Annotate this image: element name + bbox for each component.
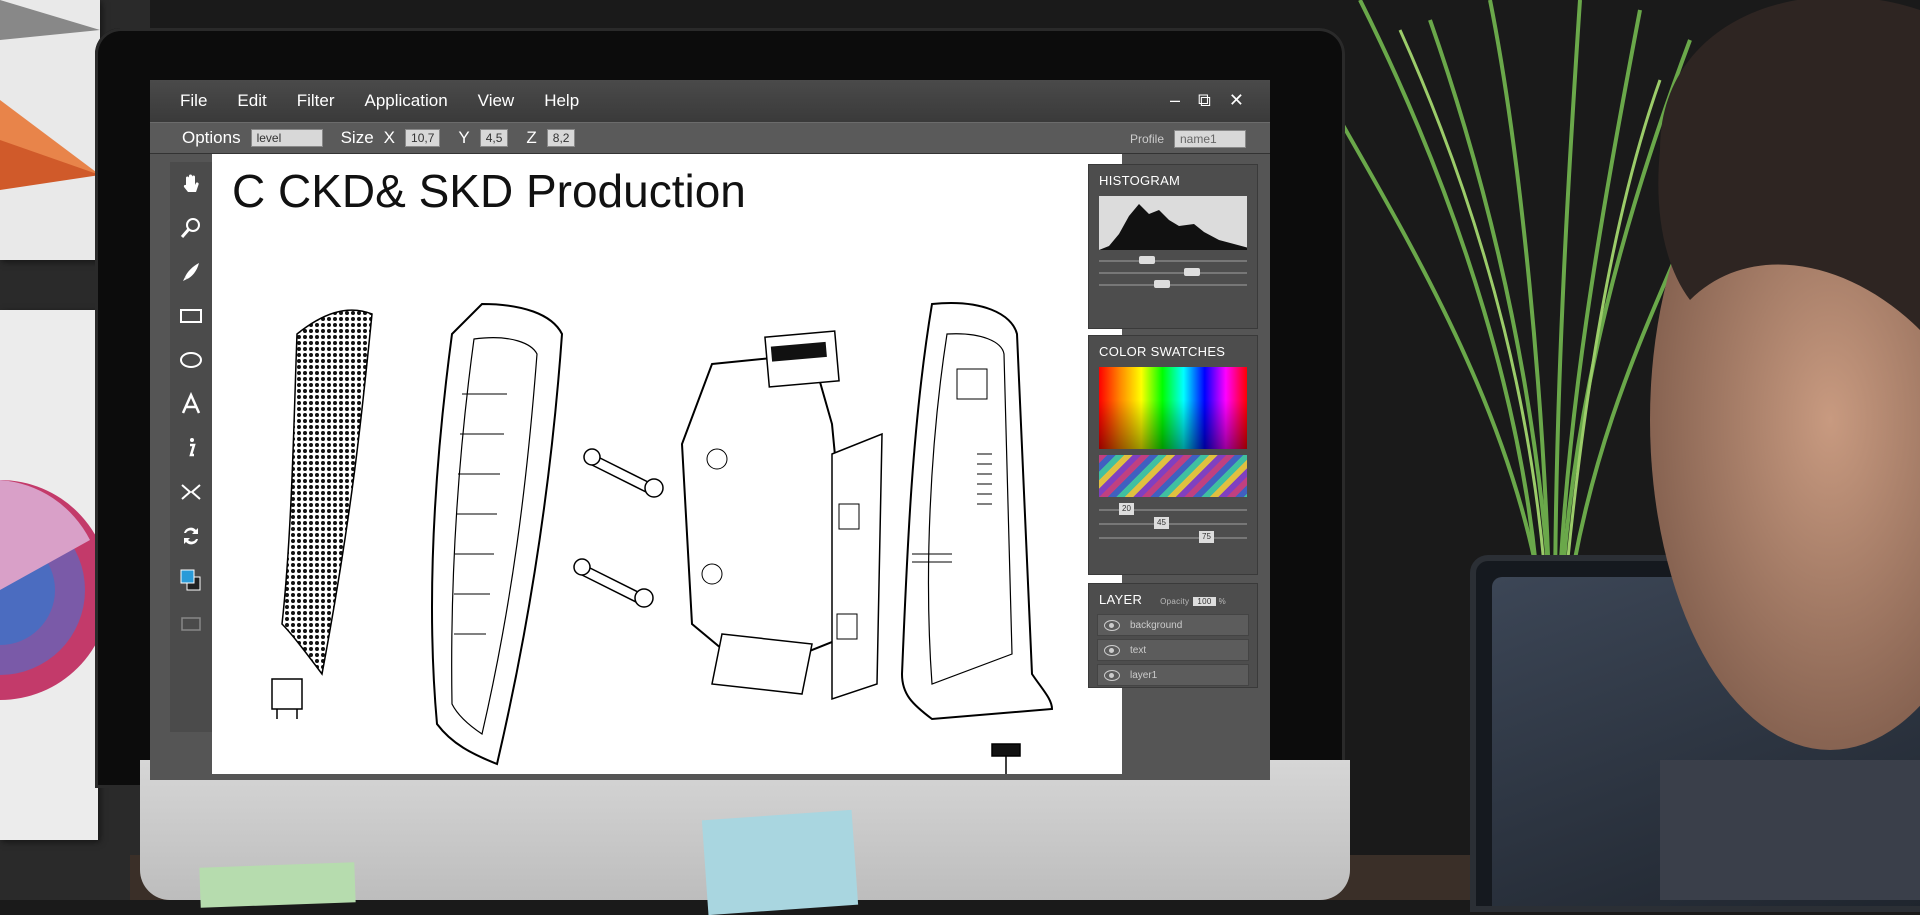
options-field[interactable]: level xyxy=(250,129,323,147)
eye-icon[interactable] xyxy=(1104,619,1120,631)
options-bar: Options level Size X 10,7 Y 4,5 Z 8,2 Pr… xyxy=(150,122,1270,154)
layer-name: layer1 xyxy=(1130,669,1158,681)
layer-row[interactable]: background xyxy=(1097,614,1249,636)
swatch-value[interactable]: 45 xyxy=(1154,517,1169,529)
swatch-slider[interactable]: 45 xyxy=(1099,517,1247,529)
eye-icon[interactable] xyxy=(1104,669,1120,681)
menu-filter[interactable]: Filter xyxy=(297,91,335,111)
options-label: Options xyxy=(182,128,241,147)
slider-knob[interactable] xyxy=(1154,280,1170,288)
layer-row[interactable]: layer1 xyxy=(1097,664,1249,686)
transform-icon[interactable] xyxy=(170,470,212,514)
slider-knob[interactable] xyxy=(1139,256,1155,264)
hand-icon[interactable] xyxy=(170,162,212,206)
y-field[interactable]: 4,5 xyxy=(479,129,509,147)
opacity-label: Opacity 100% xyxy=(1160,597,1226,606)
sticky-note xyxy=(701,809,859,915)
swatch-value[interactable]: 75 xyxy=(1199,531,1214,543)
profile-group: Profile name1 xyxy=(1130,130,1246,148)
x-label: X xyxy=(383,128,396,147)
histogram-slider[interactable] xyxy=(1099,280,1247,288)
layer-title: LAYER xyxy=(1099,592,1143,607)
opacity-unit: % xyxy=(1218,597,1226,606)
ellipse-icon[interactable] xyxy=(170,338,212,382)
opacity-field[interactable]: 100 xyxy=(1193,597,1216,606)
menu-help[interactable]: Help xyxy=(544,91,579,111)
histogram-title: HISTOGRAM xyxy=(1099,173,1181,188)
size-label: Size xyxy=(340,128,374,147)
text-icon[interactable] xyxy=(170,382,212,426)
swatch-value[interactable]: 20 xyxy=(1119,503,1134,515)
layer-title-row: LAYER Opacity 100% xyxy=(1089,584,1257,611)
menu-view[interactable]: View xyxy=(478,91,515,111)
color-swatches-panel: COLOR SWATCHES 20 45 75 xyxy=(1088,335,1258,575)
swatch-slider[interactable]: 75 xyxy=(1099,531,1247,543)
layer-row[interactable]: text xyxy=(1097,639,1249,661)
y-label: Y xyxy=(458,128,470,147)
exploded-view-drawing xyxy=(271,302,1054,774)
histogram-slider[interactable] xyxy=(1099,256,1247,264)
layer-name: background xyxy=(1130,619,1183,631)
color-swatches-title: COLOR SWATCHES xyxy=(1099,344,1226,359)
swatch-slider[interactable]: 20 xyxy=(1099,503,1247,515)
eye-icon[interactable] xyxy=(1104,644,1120,656)
histogram-graph xyxy=(1099,196,1247,250)
color-spectrum[interactable] xyxy=(1099,367,1247,449)
z-label: Z xyxy=(526,128,537,147)
info-icon[interactable] xyxy=(170,426,212,470)
profile-label: Profile xyxy=(1129,132,1164,146)
profile-field[interactable]: name1 xyxy=(1174,130,1246,148)
menu-bar: File Edit Filter Application View Help –… xyxy=(150,80,1270,122)
x-field[interactable]: 10,7 xyxy=(405,129,441,147)
swatch-grid[interactable] xyxy=(1099,455,1247,497)
drawing-canvas[interactable]: C CKD& SKD Production xyxy=(212,154,1122,774)
opacity-text: Opacity xyxy=(1160,597,1190,606)
person xyxy=(1650,0,1920,900)
z-field[interactable]: 8,2 xyxy=(546,129,576,147)
close-button[interactable]: ✕ xyxy=(1229,90,1244,111)
screen-mode-icon[interactable] xyxy=(170,602,212,646)
layer-panel: LAYER Opacity 100% background text layer1 xyxy=(1088,583,1258,688)
layer-name: text xyxy=(1130,644,1147,656)
wall-poster-top xyxy=(0,0,100,260)
restore-button[interactable]: ⧉ xyxy=(1198,90,1211,111)
wall-poster-color-wheel xyxy=(0,310,98,840)
rectangle-icon[interactable] xyxy=(170,294,212,338)
histogram-slider[interactable] xyxy=(1099,268,1247,276)
window-controls: – ⧉ ✕ xyxy=(1170,90,1244,111)
menu-file[interactable]: File xyxy=(180,91,207,111)
sticky-note xyxy=(199,862,356,908)
color-picker-icon[interactable] xyxy=(170,558,212,602)
zoom-icon[interactable] xyxy=(170,206,212,250)
menu-edit[interactable]: Edit xyxy=(237,91,266,111)
slider-knob[interactable] xyxy=(1184,268,1200,276)
swap-icon[interactable] xyxy=(170,514,212,558)
histogram-panel: HISTOGRAM xyxy=(1088,164,1258,329)
minimize-button[interactable]: – xyxy=(1170,90,1180,111)
editor-window: File Edit Filter Application View Help –… xyxy=(150,80,1270,780)
toolbox xyxy=(170,162,213,732)
brush-icon[interactable] xyxy=(170,250,212,294)
menu-application[interactable]: Application xyxy=(364,91,447,111)
